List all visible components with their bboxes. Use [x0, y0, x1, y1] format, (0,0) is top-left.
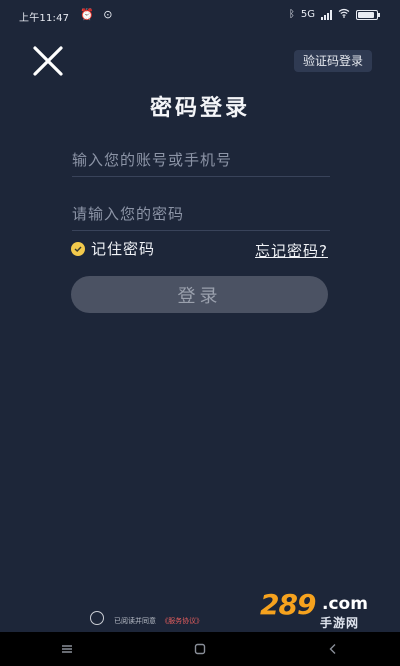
navigation-bar: [0, 632, 400, 666]
watermark-logo: 289 .com 手游网: [260, 588, 372, 634]
alarm-icon: ⏰: [80, 8, 94, 21]
clock-icon: ⊙: [103, 8, 113, 21]
home-button[interactable]: [180, 637, 220, 661]
battery-icon: [356, 9, 380, 20]
bluetooth-icon: ᛒ: [288, 9, 295, 20]
signal-icon: [321, 9, 332, 20]
menu-icon: [61, 645, 72, 653]
watermark-number: 289: [260, 588, 316, 621]
password-field-container: [72, 197, 330, 231]
back-button[interactable]: [313, 637, 353, 661]
watermark-subtitle: 手游网: [320, 616, 360, 630]
signal-label: 5G: [300, 9, 315, 20]
status-icons-right: ᛒ 5G: [288, 8, 380, 21]
login-button[interactable]: 登录: [71, 276, 328, 313]
watermark-domain: .com: [322, 594, 368, 614]
agreement-row: 已阅读并同意 《服务协议》: [90, 608, 203, 627]
battery-level: [358, 11, 375, 18]
remember-password-checkbox[interactable]: 记住密码: [71, 238, 155, 259]
login-screen: 上午11:47 ⏰ ⊙ ᛒ 5G 验证码登录 密码登录 输入您的账号或手机号 记…: [0, 0, 400, 666]
status-time: 上午11:47: [19, 13, 70, 24]
password-input[interactable]: [72, 197, 330, 230]
home-icon: [194, 643, 206, 655]
status-bar: 上午11:47 ⏰ ⊙ ᛒ 5G: [0, 0, 400, 30]
back-icon: [329, 644, 336, 654]
close-button[interactable]: [30, 45, 66, 77]
account-input[interactable]: [72, 143, 330, 176]
remember-password-label: 记住密码: [91, 240, 156, 258]
service-agreement-link[interactable]: 《服务协议》: [161, 617, 203, 625]
agreement-text: 已阅读并同意: [114, 617, 156, 625]
checkmark-icon: [71, 241, 85, 256]
forgot-password-link[interactable]: 忘记密码?: [255, 240, 328, 261]
page-title: 密码登录: [149, 96, 250, 121]
status-icons-left: ⏰ ⊙: [80, 8, 118, 21]
wifi-icon: [338, 8, 350, 21]
agreement-radio[interactable]: [90, 610, 104, 625]
close-icon: [33, 46, 63, 76]
agreement-text-group: 已阅读并同意 《服务协议》: [114, 608, 203, 627]
account-field-container: [72, 143, 330, 177]
sms-login-button[interactable]: 验证码登录: [293, 50, 372, 72]
menu-button[interactable]: [47, 637, 87, 661]
